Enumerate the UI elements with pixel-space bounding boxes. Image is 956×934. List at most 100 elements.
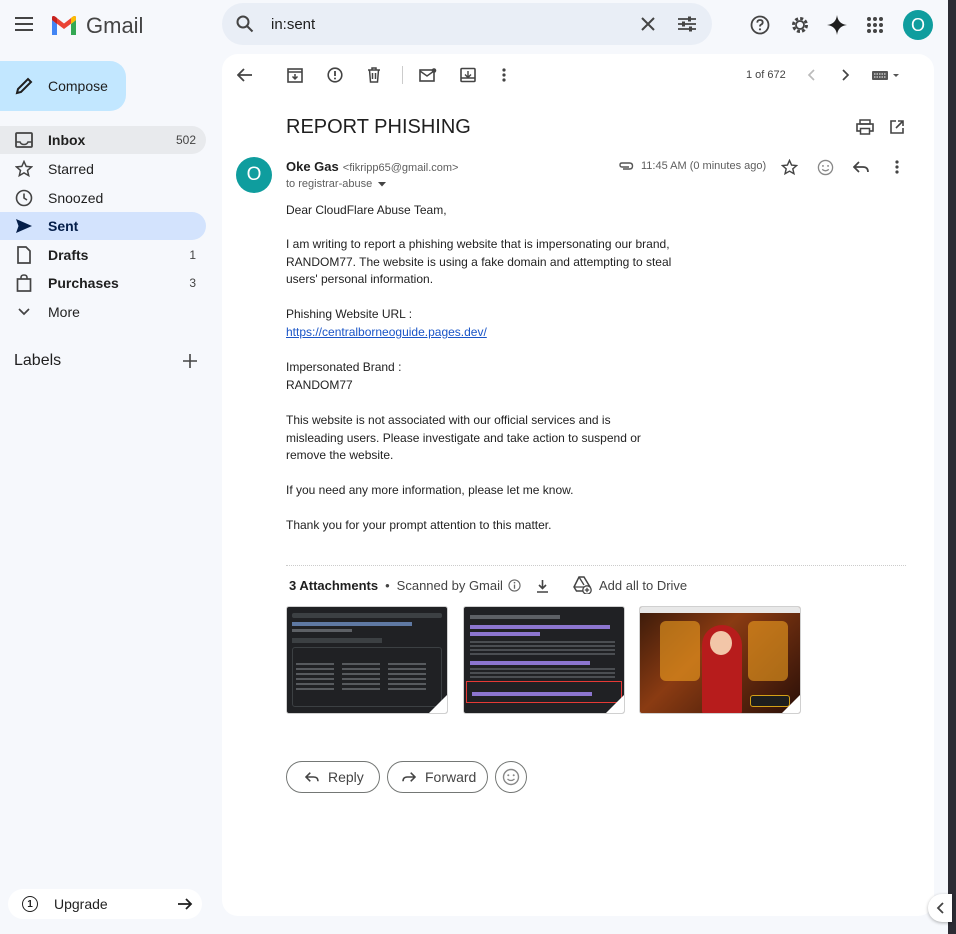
forward-button[interactable]: Forward	[387, 761, 488, 793]
print-icon[interactable]	[854, 116, 876, 138]
thumb-line	[470, 661, 590, 665]
send-icon	[14, 216, 34, 236]
drive-label: Add all to Drive	[599, 577, 688, 593]
attachment-thumbnail-3[interactable]	[639, 606, 801, 714]
download-all-icon[interactable]	[533, 577, 551, 595]
back-arrow-icon[interactable]	[234, 64, 256, 86]
reply-icon[interactable]	[850, 156, 872, 178]
open-new-window-icon[interactable]	[886, 116, 908, 138]
thumb-col	[342, 663, 380, 693]
arrow-right-icon	[178, 898, 193, 910]
app-title: Gmail	[86, 13, 144, 38]
sidebar-item-label: Drafts	[48, 247, 89, 263]
input-tools-keyboard-icon[interactable]	[870, 64, 902, 86]
recipient-line[interactable]: to registrar-abuse	[286, 178, 387, 190]
search-bar[interactable]: in:sent	[222, 3, 712, 45]
sender-avatar[interactable]: O	[236, 157, 272, 193]
sidebar-item-label: Starred	[48, 161, 94, 177]
thumb-top-bar	[640, 607, 800, 613]
email-paragraph-1: I am writing to report a phishing websit…	[286, 237, 672, 287]
caret-down-icon	[378, 181, 387, 186]
clear-search-icon[interactable]	[638, 14, 658, 34]
compose-label: Compose	[48, 78, 108, 94]
archive-icon[interactable]	[284, 64, 306, 86]
recipient-text: to registrar-abuse	[286, 178, 373, 190]
upgrade-button[interactable]: 1 Upgrade	[8, 889, 202, 919]
gmail-logo[interactable]: Gmail	[50, 12, 150, 40]
side-panel-toggle-icon[interactable]	[928, 894, 952, 922]
search-icon[interactable]	[234, 13, 256, 35]
brand-value: RANDOM77	[286, 378, 353, 392]
account-avatar[interactable]: O	[903, 10, 933, 40]
email-greeting: Dear CloudFlare Abuse Team,	[286, 203, 447, 217]
older-chevron-left-icon[interactable]	[800, 64, 822, 86]
sidebar-item-drafts[interactable]: Drafts 1	[0, 241, 206, 269]
sidebar-item-label: Inbox	[48, 132, 86, 148]
apps-grid-icon[interactable]	[863, 13, 887, 37]
compose-button[interactable]: Compose	[0, 61, 126, 111]
attachment-thumbnail-2[interactable]	[463, 606, 625, 714]
newer-chevron-right-icon[interactable]	[835, 64, 857, 86]
attachments-count: 3 Attachments	[289, 578, 379, 593]
thumb-line	[292, 638, 382, 643]
email-subject: REPORT PHISHING	[286, 116, 471, 138]
draft-count: 1	[189, 248, 196, 262]
emoji-reaction-button[interactable]	[495, 761, 527, 793]
help-icon[interactable]	[748, 13, 772, 37]
add-reaction-emoji-icon[interactable]	[814, 156, 836, 178]
brand-label: Impersonated Brand :	[286, 360, 402, 374]
move-to-icon[interactable]	[457, 64, 479, 86]
attachment-thumbnail-1[interactable]	[286, 606, 448, 714]
thumb-line	[470, 625, 610, 629]
thumb-glow	[660, 621, 700, 681]
window-scrollbar[interactable]	[948, 0, 956, 934]
thumb-line	[470, 641, 615, 655]
thumb-line	[470, 615, 560, 619]
add-all-to-drive-button[interactable]: Add all to Drive	[572, 576, 687, 594]
mark-unread-icon[interactable]	[417, 64, 439, 86]
sender-line: Oke Gas <fikripp65@gmail.com>	[286, 159, 458, 174]
toolbar-divider	[402, 66, 403, 84]
search-options-icon[interactable]	[676, 14, 698, 34]
thumb-line	[292, 622, 412, 626]
main-menu-icon[interactable]	[12, 12, 36, 36]
info-icon[interactable]	[508, 579, 521, 592]
sidebar-item-label: More	[48, 304, 80, 320]
report-spam-icon[interactable]	[324, 64, 346, 86]
gemini-sparkle-icon[interactable]	[825, 13, 849, 37]
drive-add-icon	[573, 576, 592, 594]
email-paragraph-4: Thank you for your prompt attention to t…	[286, 518, 552, 532]
sidebar-item-more[interactable]: More	[0, 298, 206, 326]
attachments-header: 3 Attachments • Scanned by Gmail	[289, 578, 521, 593]
sidebar-item-sent[interactable]: Sent	[0, 212, 206, 240]
draft-file-icon	[14, 245, 34, 265]
star-message-icon[interactable]	[778, 156, 800, 178]
thumb-line	[470, 668, 615, 678]
shopping-bag-icon	[14, 273, 34, 293]
message-more-vert-icon[interactable]	[886, 156, 908, 178]
reply-arrow-icon	[305, 772, 319, 782]
search-input[interactable]: in:sent	[271, 16, 315, 33]
chevron-down-icon	[14, 302, 34, 322]
more-vert-icon[interactable]	[493, 64, 515, 86]
sidebar-item-starred[interactable]: Starred	[0, 155, 206, 183]
settings-gear-icon[interactable]	[788, 13, 812, 37]
sidebar-item-snoozed[interactable]: Snoozed	[0, 184, 206, 212]
thumb-bar	[292, 613, 442, 618]
clock-icon	[14, 188, 34, 208]
upgrade-info-icon: 1	[22, 896, 38, 912]
dot-separator: •	[385, 578, 390, 593]
delete-trash-icon[interactable]	[363, 64, 385, 86]
page-fold	[782, 695, 800, 713]
page-fold	[606, 695, 624, 713]
sender-name[interactable]: Oke Gas	[286, 159, 339, 174]
reply-button[interactable]: Reply	[286, 761, 380, 793]
sidebar-item-purchases[interactable]: Purchases 3	[0, 269, 206, 297]
sidebar-item-inbox[interactable]: Inbox 502	[0, 126, 206, 154]
thumb-line	[292, 629, 352, 632]
reply-label: Reply	[328, 769, 364, 785]
thumb-face	[710, 631, 732, 655]
thumb-glow	[748, 621, 788, 681]
add-label-plus-icon[interactable]	[180, 351, 200, 371]
phishing-url-link[interactable]: https://centralborneoguide.pages.dev/	[286, 324, 487, 342]
